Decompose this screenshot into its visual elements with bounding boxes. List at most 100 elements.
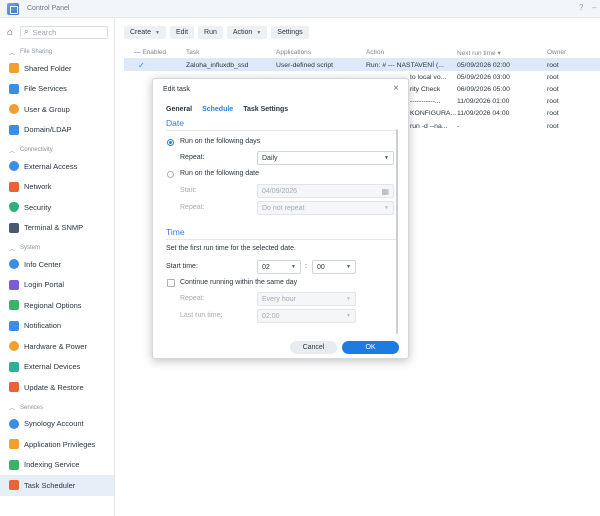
tab-general[interactable]: General bbox=[166, 106, 192, 113]
settings-button[interactable]: Settings bbox=[271, 26, 309, 39]
radio-run-date[interactable] bbox=[167, 171, 174, 178]
divider bbox=[166, 130, 396, 131]
title-bar: Control Panel ? – bbox=[0, 0, 600, 18]
header-applications[interactable]: Applications bbox=[276, 49, 366, 56]
minimize-icon[interactable]: – bbox=[592, 3, 596, 12]
sidebar-item-notification[interactable]: Notification bbox=[0, 316, 114, 337]
section-system[interactable]: ︿ System bbox=[0, 242, 114, 254]
date-section-title: Date bbox=[166, 118, 184, 128]
divider bbox=[166, 239, 396, 240]
section-connectivity[interactable]: ︿ Connectivity bbox=[0, 144, 114, 156]
chevron-down-icon: ▼ bbox=[291, 264, 296, 270]
schedule-panel[interactable]: Date Run on the following days Repeat: D… bbox=[153, 118, 410, 338]
chevron-down-icon: ▼ bbox=[155, 29, 160, 36]
sidebar-item-security[interactable]: Security bbox=[0, 197, 114, 218]
start-time-label: Start time: bbox=[166, 263, 198, 270]
section-services[interactable]: ︿ Services bbox=[0, 402, 114, 414]
sidebar-item-network[interactable]: Network bbox=[0, 177, 114, 198]
window-title: Control Panel bbox=[27, 5, 70, 12]
start-date-field[interactable]: 04/09/2026 ▦ bbox=[257, 184, 394, 198]
chevron-down-icon: ▼ bbox=[384, 155, 389, 161]
dialog-tabs: General Schedule Task Settings bbox=[166, 106, 288, 113]
header-next-run-time[interactable]: Next run time ▾ bbox=[457, 49, 547, 57]
toolbar: Create ▼ Edit Run Action ▼ Settings bbox=[124, 26, 309, 40]
header-action[interactable]: Action bbox=[366, 49, 457, 56]
update-restore-icon bbox=[9, 382, 19, 393]
lock-icon bbox=[9, 439, 19, 450]
sidebar-item-shared-folder[interactable]: Shared Folder bbox=[0, 58, 114, 79]
calendar-icon bbox=[9, 480, 19, 491]
sidebar-item-indexing-service[interactable]: Indexing Service bbox=[0, 455, 114, 476]
chevron-down-icon: ▼ bbox=[256, 29, 262, 36]
last-run-select[interactable]: 02:00 ▼ bbox=[257, 309, 356, 323]
table-header: — Enabled Task Applications Action Next … bbox=[124, 47, 600, 59]
cancel-button[interactable]: Cancel bbox=[290, 341, 337, 354]
search-input[interactable]: ⌕ Search bbox=[20, 25, 108, 39]
radio-run-days-label: Run on the following days bbox=[180, 138, 261, 145]
time-separator: : bbox=[305, 263, 307, 270]
sidebar-item-terminal-snmp[interactable]: Terminal & SNMP bbox=[0, 218, 114, 239]
chevron-up-icon: ︿ bbox=[9, 50, 16, 57]
header-owner[interactable]: Owner bbox=[547, 49, 600, 56]
repeat-label: Repeat: bbox=[180, 154, 205, 161]
edit-button[interactable]: Edit bbox=[169, 26, 195, 39]
calendar-icon: ▦ bbox=[381, 186, 389, 196]
tab-schedule[interactable]: Schedule bbox=[202, 106, 233, 113]
time-hint: Set the first run time for the selected … bbox=[166, 245, 296, 252]
sidebar-item-login-portal[interactable]: Login Portal bbox=[0, 275, 114, 296]
sidebar-item-update-restore[interactable]: Update & Restore bbox=[0, 377, 114, 398]
tab-task-settings[interactable]: Task Settings bbox=[243, 106, 288, 113]
user-group-icon bbox=[9, 104, 19, 115]
sidebar-item-file-services[interactable]: File Services bbox=[0, 79, 114, 100]
chevron-up-icon: ︿ bbox=[9, 148, 16, 155]
notification-icon bbox=[9, 320, 19, 331]
network-icon bbox=[9, 181, 19, 192]
create-button[interactable]: Create ▼ bbox=[124, 26, 166, 39]
radio-run-days[interactable] bbox=[167, 139, 174, 146]
hour-select[interactable]: 02 ▼ bbox=[257, 260, 301, 274]
sidebar: ⌂ ⌕ Search ︿ File Sharing Shared Folder F… bbox=[0, 18, 115, 516]
external-access-icon bbox=[9, 161, 19, 172]
help-icon[interactable]: ? bbox=[579, 3, 583, 12]
sidebar-item-external-access[interactable]: External Access bbox=[0, 156, 114, 177]
continue-checkbox[interactable] bbox=[167, 279, 175, 287]
sidebar-item-task-scheduler[interactable]: Task Scheduler bbox=[0, 475, 114, 496]
action-button[interactable]: Action ▼ bbox=[226, 26, 268, 39]
section-file-sharing[interactable]: ︿ File Sharing bbox=[0, 46, 114, 58]
info-icon bbox=[9, 259, 19, 270]
account-icon bbox=[9, 418, 19, 429]
repeat-date-label: Repeat: bbox=[180, 204, 205, 211]
header-task[interactable]: Task bbox=[186, 49, 276, 56]
chevron-down-icon: ▼ bbox=[346, 296, 351, 302]
repeat-date-select[interactable]: Do not repeat ▼ bbox=[257, 201, 394, 215]
sidebar-item-application-privileges[interactable]: Application Privileges bbox=[0, 434, 114, 455]
table-row[interactable]: ✓ Zaloha_influxdb_ssd User-defined scrip… bbox=[124, 59, 600, 72]
external-devices-icon bbox=[9, 361, 19, 372]
repeat-select[interactable]: Daily ▼ bbox=[257, 151, 394, 165]
repeat-hour-label: Repeat: bbox=[180, 295, 205, 302]
scrollbar[interactable] bbox=[396, 129, 398, 334]
sidebar-item-external-devices[interactable]: External Devices bbox=[0, 357, 114, 378]
run-button[interactable]: Run bbox=[198, 26, 223, 39]
search-placeholder: Search bbox=[32, 27, 57, 37]
close-icon[interactable]: × bbox=[393, 83, 399, 94]
enabled-check-icon[interactable]: ✓ bbox=[124, 61, 186, 70]
sidebar-item-synology-account[interactable]: Synology Account bbox=[0, 414, 114, 435]
sidebar-item-hardware-power[interactable]: Hardware & Power bbox=[0, 336, 114, 357]
search-icon: ⌕ bbox=[24, 27, 29, 36]
time-section-title: Time bbox=[166, 227, 185, 237]
control-panel-icon bbox=[7, 2, 19, 15]
sidebar-item-user-group[interactable]: User & Group bbox=[0, 99, 114, 120]
sidebar-item-domain-ldap[interactable]: Domain/LDAP bbox=[0, 120, 114, 141]
domain-icon bbox=[9, 124, 19, 135]
chevron-down-icon: ▼ bbox=[346, 264, 351, 270]
sidebar-item-info-center[interactable]: Info Center bbox=[0, 254, 114, 275]
ok-button[interactable]: OK bbox=[342, 341, 399, 354]
minute-select[interactable]: 00 ▼ bbox=[312, 260, 356, 274]
chevron-up-icon: ︿ bbox=[9, 406, 16, 412]
header-enabled[interactable]: — Enabled bbox=[124, 49, 186, 56]
repeat-hour-select[interactable]: Every hour ▼ bbox=[257, 292, 356, 306]
bulb-icon bbox=[9, 341, 19, 352]
home-icon[interactable]: ⌂ bbox=[4, 26, 16, 38]
sidebar-item-regional-options[interactable]: Regional Options bbox=[0, 295, 114, 316]
